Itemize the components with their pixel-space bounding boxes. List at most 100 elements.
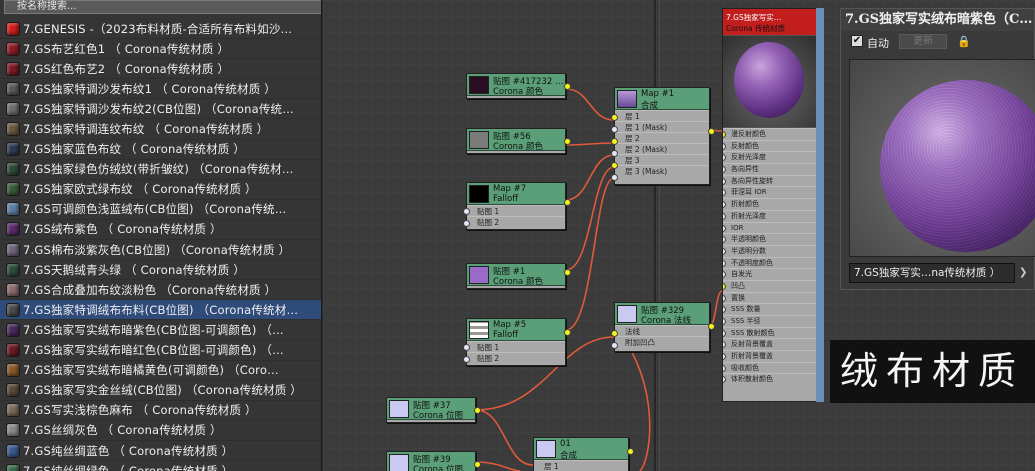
input-port[interactable] [723,376,726,384]
material-slot[interactable]: 折射光泽度 [723,209,816,222]
output-port[interactable] [564,199,571,206]
node-composite-1[interactable]: Map #1 合成 层 1 层 1 (Mask) 层 2 层 2 (Mask) … [611,87,715,185]
input-port[interactable] [723,306,726,314]
material-name-dropdown[interactable]: 7.GS独家写实…na传统材质 ） [849,263,1015,283]
node-corona-bitmap-37[interactable]: 贴图 #37 Corona 位图 [386,397,481,423]
input-port[interactable] [723,364,726,372]
chevron-right-icon[interactable]: ❯ [1019,267,1027,278]
material-slot[interactable]: 体积散射颜色 [723,373,816,385]
node-slot[interactable]: 层 1 (Mask) [615,121,709,132]
material-slot[interactable]: 折射颜色 [723,198,816,210]
node-slot[interactable]: 附加凹凸 [615,336,709,347]
material-slot[interactable]: SSS 半径 [723,315,816,327]
input-port[interactable] [611,138,618,145]
material-slot[interactable]: 不透明度颜色 [723,256,816,269]
output-port[interactable] [564,329,571,336]
input-port[interactable] [611,126,618,133]
input-port[interactable] [723,131,726,138]
input-port[interactable] [463,356,470,363]
input-port[interactable] [463,344,470,351]
node-slot[interactable]: 贴图 1 [467,205,565,216]
output-port[interactable] [708,128,715,135]
material-slot[interactable]: 自发光 [723,268,816,280]
node-slot[interactable]: 贴图 1 [467,341,565,352]
material-slot[interactable]: 半透明颜色 [723,233,816,245]
update-button[interactable]: 更新 [899,34,947,49]
input-port[interactable] [723,236,726,244]
lock-icon[interactable]: 🔒 [957,35,971,48]
material-slot[interactable]: 各向异性旋转 [723,174,816,187]
node-title: Map #5 [493,320,527,330]
material-slot[interactable]: IOR [723,221,816,234]
material-slot[interactable]: 吸收颜色 [723,361,816,374]
input-port[interactable] [723,189,726,197]
node-swatch [469,76,489,94]
input-port[interactable] [723,201,726,209]
material-slot[interactable]: 反射背景覆盖 [723,338,816,350]
input-port[interactable] [723,224,726,232]
input-port[interactable] [611,162,618,169]
wire-n8-n10 [475,409,534,466]
node-slot[interactable]: 层 3 [615,154,709,165]
auto-update-checkbox[interactable]: ✔ [851,35,863,47]
node-corona-color-3[interactable]: 贴图 #1 Corona 颜色 [466,263,571,289]
input-port[interactable] [723,259,726,267]
input-port[interactable] [723,271,726,279]
node-slot[interactable]: 层 1 [615,110,709,121]
node-falloff-5[interactable]: Map #5 Falloff 贴图 1 贴图 2 [463,318,571,366]
node-corona-normal[interactable]: 贴图 #329 Corona 法线 法线 附加凹凸 [611,302,715,352]
input-port[interactable] [723,177,726,185]
material-slot[interactable]: 各向异性 [723,163,816,175]
node-corona-legacy-material[interactable]: 7.GS独家写实… Corona 传统材质 漫反射颜色 反射颜色 反射光泽度 各向异性… [722,8,817,402]
material-slot[interactable]: 凹凸 [723,279,816,292]
output-port[interactable] [474,407,481,414]
node-corona-bitmap-39[interactable]: 贴图 #39 Corona 位图 [386,451,481,471]
node-falloff-7[interactable]: Map #7 Falloff 贴图 1 贴图 2 [463,182,571,230]
output-port[interactable] [708,323,715,330]
input-port[interactable] [611,330,618,337]
material-slot[interactable]: 反射光泽度 [723,151,816,163]
node-title: Map #7 [493,184,527,194]
input-port[interactable] [723,329,726,337]
input-port[interactable] [723,142,726,150]
material-slot[interactable]: 漫反射颜色 [723,128,816,140]
node-corona-color-2[interactable]: 贴图 #56 Corona 颜色 [466,128,571,154]
output-port[interactable] [627,448,634,455]
material-slot[interactable]: 折射背景覆盖 [723,350,816,362]
input-port[interactable] [611,342,618,349]
input-port[interactable] [611,114,618,121]
input-port[interactable] [611,174,618,181]
node-composite-01[interactable]: 01 合成 层 1 [533,437,634,471]
material-slot[interactable]: 置换 [723,291,816,304]
input-port[interactable] [723,247,726,255]
node-slot[interactable]: 层 3 (Mask) [615,165,709,176]
input-port[interactable] [463,220,470,227]
material-slot[interactable]: SSS 散射颜色 [723,326,816,339]
material-slot[interactable]: 菲涅耳 IOR [723,186,816,198]
output-port[interactable] [564,83,571,90]
input-port[interactable] [611,150,618,157]
material-slot[interactable]: SSS 数量 [723,303,816,315]
node-slot[interactable]: 贴图 2 [467,216,565,227]
output-port[interactable] [564,138,571,145]
node-slot[interactable]: 法线 [615,325,709,336]
input-port[interactable] [723,318,726,325]
input-port[interactable] [723,212,726,220]
node-slot[interactable]: 贴图 2 [467,352,565,363]
node-slot[interactable]: 层 2 [615,132,709,143]
node-slot[interactable]: 层 2 (Mask) [615,143,709,154]
input-port[interactable] [723,154,726,162]
node-slot[interactable]: 层 1 [534,460,628,471]
input-port[interactable] [723,353,726,361]
output-port[interactable] [564,269,571,276]
node-corona-color-1[interactable]: 贴图 #417232 … Corona 颜色 [466,73,571,99]
material-slot[interactable]: 反射颜色 [723,139,816,152]
input-port[interactable] [723,341,726,349]
input-port[interactable] [723,282,726,290]
input-port[interactable] [463,208,470,215]
material-slot[interactable]: 半透明分数 [723,244,816,257]
input-port[interactable] [723,166,726,174]
input-port[interactable] [723,294,726,302]
output-port[interactable] [474,461,481,468]
material-node-scrollbar[interactable] [816,8,824,402]
